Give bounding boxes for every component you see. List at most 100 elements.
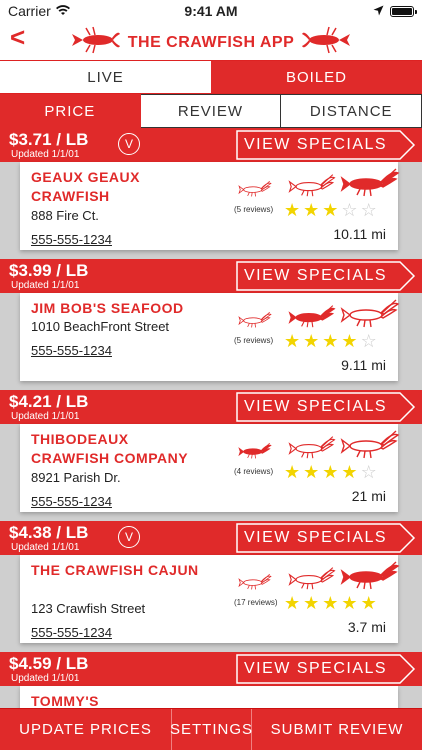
restaurant-phone-link[interactable]: 555-555-1234 — [31, 232, 112, 247]
star-full-icon: ★ — [322, 593, 339, 613]
updated-label: Updated 1/1/01 — [11, 542, 80, 553]
crawfish-outline-icon — [238, 311, 272, 333]
star-full-icon: ★ — [303, 331, 320, 351]
update-prices-button[interactable]: UPDATE PRICES — [0, 709, 172, 750]
price-label: $3.71 / LB — [9, 130, 89, 149]
list-item[interactable]: $3.99 / LB Updated 1/1/01 VIEW SPECIALS … — [0, 259, 422, 390]
restaurant-phone-link[interactable]: 555-555-1234 — [31, 625, 112, 640]
price-level-crawfish — [216, 297, 400, 333]
price-level-crawfish — [216, 428, 400, 464]
updated-label: Updated 1/1/01 — [11, 673, 80, 684]
view-specials-button[interactable]: VIEW SPECIALS — [236, 523, 416, 553]
distance-label: 10.11 mi — [333, 226, 386, 242]
review-count: (17 reviews) — [234, 598, 278, 607]
review-count: (4 reviews) — [234, 467, 274, 476]
review-count: (5 reviews) — [234, 336, 274, 345]
star-full-icon: ★ — [341, 462, 358, 482]
restaurant-address: 123 Crawfish Street — [31, 601, 146, 616]
sort-price[interactable]: PRICE — [0, 94, 141, 128]
listing-list[interactable]: $3.71 / LB Updated 1/1/01 V VIEW SPECIAL… — [0, 128, 422, 708]
crawfish-outline-icon — [288, 435, 336, 464]
distance-label: 3.7 mi — [347, 619, 386, 635]
list-item[interactable]: $4.38 / LB Updated 1/1/01 V VIEW SPECIAL… — [0, 521, 422, 652]
price-band: $3.99 / LB Updated 1/1/01 VIEW SPECIALS — [0, 259, 422, 293]
crawfish-outline-icon — [238, 573, 272, 595]
star-empty-icon: ☆ — [360, 331, 377, 351]
sort-bar: PRICE REVIEW DISTANCE — [0, 94, 422, 128]
list-item[interactable]: $3.71 / LB Updated 1/1/01 V VIEW SPECIAL… — [0, 128, 422, 259]
listing-card[interactable]: TOMMY'S — [20, 686, 398, 708]
view-specials-button[interactable]: VIEW SPECIALS — [236, 130, 416, 160]
crawfish-outline-icon — [340, 298, 400, 333]
settings-button[interactable]: SETTINGS — [170, 709, 252, 750]
verified-badge[interactable]: V — [118, 526, 140, 548]
price-label: $3.99 / LB — [9, 261, 89, 280]
restaurant-name: THIBODEAUX CRAWFISH COMPANY — [31, 431, 189, 466]
view-specials-label: VIEW SPECIALS — [244, 136, 388, 153]
view-specials-button[interactable]: VIEW SPECIALS — [236, 261, 416, 291]
price-band: $3.71 / LB Updated 1/1/01 V VIEW SPECIAL… — [0, 128, 422, 162]
crawfish-active-icon — [288, 304, 336, 333]
star-full-icon: ★ — [284, 593, 301, 613]
star-empty-icon: ☆ — [360, 200, 377, 220]
price-label: $4.38 / LB — [9, 523, 89, 542]
crawfish-outline-icon — [288, 173, 336, 202]
status-right — [373, 3, 417, 19]
price-level-crawfish — [216, 559, 400, 595]
restaurant-name: TOMMY'S — [31, 693, 100, 708]
crawfish-active-icon — [238, 442, 272, 464]
star-full-icon: ★ — [284, 200, 301, 220]
tab-live[interactable]: LIVE — [0, 61, 211, 93]
app-header: < THE CRAWFISH APP — [0, 22, 422, 60]
view-specials-button[interactable]: VIEW SPECIALS — [236, 654, 416, 684]
star-rating: ★ ★ ★ ★ ★ — [284, 593, 377, 613]
crawfish-logo-left-icon — [68, 26, 120, 59]
restaurant-address: 8921 Parish Dr. — [31, 470, 121, 485]
star-empty-icon: ☆ — [341, 200, 358, 220]
listing-card[interactable]: GEAUX GEAUX CRAWFISH 888 Fire Ct. 555-55… — [20, 162, 400, 250]
list-item[interactable]: $4.59 / LB Updated 1/1/01 VIEW SPECIALS … — [0, 652, 422, 708]
star-full-icon: ★ — [303, 462, 320, 482]
crawfish-outline-icon — [340, 429, 400, 464]
view-specials-label: VIEW SPECIALS — [244, 398, 388, 415]
star-full-icon: ★ — [284, 331, 301, 351]
app-title: THE CRAWFISH APP — [0, 26, 422, 59]
crawfish-outline-icon — [238, 180, 272, 202]
listing-card[interactable]: THIBODEAUX CRAWFISH COMPANY 8921 Parish … — [20, 424, 400, 512]
star-full-icon: ★ — [322, 331, 339, 351]
restaurant-name: THE CRAWFISH CAJUN — [31, 562, 199, 578]
updated-label: Updated 1/1/01 — [11, 149, 80, 160]
star-rating: ★ ★ ★ ☆ ☆ — [284, 200, 377, 220]
view-specials-button[interactable]: VIEW SPECIALS — [236, 392, 416, 422]
listing-card[interactable]: THE CRAWFISH CAJUN 123 Crawfish Street 5… — [20, 555, 400, 643]
sort-review[interactable]: REVIEW — [140, 94, 282, 128]
updated-label: Updated 1/1/01 — [11, 411, 80, 422]
crawfish-outline-icon — [288, 566, 336, 595]
star-full-icon: ★ — [341, 593, 358, 613]
sort-distance[interactable]: DISTANCE — [281, 94, 422, 128]
clock: 9:41 AM — [184, 3, 238, 19]
battery-icon — [390, 5, 417, 17]
updated-label: Updated 1/1/01 — [11, 280, 80, 291]
price-label: $4.21 / LB — [9, 392, 89, 411]
submit-review-button[interactable]: SUBMIT REVIEW — [252, 709, 422, 750]
price-level-crawfish — [216, 166, 400, 202]
verified-badge[interactable]: V — [118, 133, 140, 155]
tab-boiled[interactable]: BOILED — [211, 61, 422, 93]
price-band: $4.59 / LB Updated 1/1/01 VIEW SPECIALS — [0, 652, 422, 686]
crawfish-logo-right-icon — [302, 26, 354, 59]
star-full-icon: ★ — [360, 593, 377, 613]
restaurant-phone-link[interactable]: 555-555-1234 — [31, 343, 112, 358]
star-full-icon: ★ — [303, 200, 320, 220]
view-specials-label: VIEW SPECIALS — [244, 267, 388, 284]
star-full-icon: ★ — [303, 593, 320, 613]
star-rating: ★ ★ ★ ★ ☆ — [284, 331, 377, 351]
price-band: $4.38 / LB Updated 1/1/01 V VIEW SPECIAL… — [0, 521, 422, 555]
price-band: $4.21 / LB Updated 1/1/01 VIEW SPECIALS — [0, 390, 422, 424]
crawfish-active-icon — [340, 167, 400, 202]
restaurant-phone-link[interactable]: 555-555-1234 — [31, 494, 112, 509]
restaurant-name: JIM BOB'S SEAFOOD — [31, 300, 184, 316]
listing-card[interactable]: JIM BOB'S SEAFOOD 1010 BeachFront Street… — [20, 293, 400, 381]
list-item[interactable]: $4.21 / LB Updated 1/1/01 VIEW SPECIALS … — [0, 390, 422, 521]
location-arrow-icon — [373, 3, 384, 19]
